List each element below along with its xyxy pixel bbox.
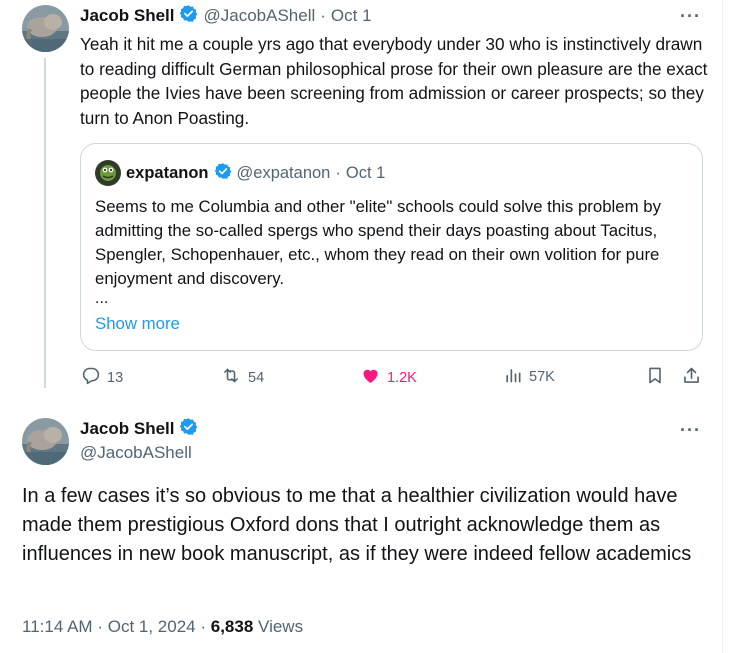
divider xyxy=(722,0,723,653)
avatar-image xyxy=(22,5,69,52)
tweet-text: In a few cases it’s so obvious to me tha… xyxy=(22,485,692,565)
more-icon[interactable]: ··· xyxy=(680,6,701,27)
reply-button[interactable]: 13 xyxy=(80,365,123,390)
quote-author-name[interactable]: expatanon xyxy=(126,164,209,183)
quote-author-handle[interactable]: @expatanon xyxy=(237,164,331,183)
quote-avatar[interactable] xyxy=(95,160,121,186)
views-label: Views xyxy=(258,617,304,636)
views-icon xyxy=(503,365,523,389)
show-more-link[interactable]: Show more xyxy=(95,314,180,334)
repost-icon xyxy=(220,365,242,390)
quote-date[interactable]: Oct 1 xyxy=(346,164,385,183)
separator-dot: · xyxy=(200,617,207,636)
quote-avatar-image xyxy=(95,160,121,186)
repost-button[interactable]: 54 xyxy=(220,365,264,390)
author-handle[interactable]: @JacobAShell xyxy=(203,6,315,26)
like-button[interactable]: 1.2K xyxy=(360,365,417,390)
quote-header: expatanon @expatanon · Oct 1 xyxy=(95,160,385,186)
quote-ellipsis: ... xyxy=(95,290,109,307)
views-count: 57K xyxy=(529,369,555,385)
tweet-header: Jacob Shell @JacobAShell · Oct 1 xyxy=(80,5,372,27)
bookmark-button[interactable] xyxy=(645,365,665,390)
tweet-time[interactable]: 11:14 AM xyxy=(22,617,93,636)
author-name[interactable]: Jacob Shell xyxy=(80,6,174,26)
tweet-meta: 11:14 AM · Oct 1, 2024 · 6,838 Views xyxy=(22,617,303,637)
separator-dot: · xyxy=(320,6,326,25)
share-button[interactable] xyxy=(681,365,702,390)
verified-badge-icon xyxy=(179,417,198,441)
separator-dot: · xyxy=(335,163,341,182)
heart-icon xyxy=(360,365,381,390)
views-count: 6,838 xyxy=(210,617,254,636)
reply-count: 13 xyxy=(107,369,124,386)
tweet-date[interactable]: Oct 1 xyxy=(331,6,372,26)
verified-badge-icon xyxy=(214,162,232,185)
avatar[interactable] xyxy=(22,5,69,52)
avatar[interactable] xyxy=(22,418,69,465)
verified-badge-icon xyxy=(179,4,198,28)
tweet-date[interactable]: Oct 1, 2024 xyxy=(108,617,196,636)
action-bar: 13 54 1.2K 57K xyxy=(0,365,722,391)
avatar-image xyxy=(22,418,69,465)
like-count: 1.2K xyxy=(387,369,417,386)
separator-dot: · xyxy=(97,617,103,636)
repost-count: 54 xyxy=(248,369,265,386)
quoted-tweet[interactable]: expatanon @expatanon · Oct 1 Seems to me… xyxy=(80,143,703,351)
thread-connector-line xyxy=(44,58,46,388)
tweet-thread: Jacob Shell @JacobAShell · Oct 1 ··· Yea… xyxy=(0,0,742,653)
quote-text: Seems to me Columbia and other "elite" s… xyxy=(95,197,661,288)
more-icon[interactable]: ··· xyxy=(680,420,701,441)
author-handle[interactable]: @JacobAShell xyxy=(80,443,198,463)
reply-icon xyxy=(80,365,101,390)
tweet-header: Jacob Shell @JacobAShell xyxy=(80,418,198,463)
tweet-text: Yeah it hit me a couple yrs ago that eve… xyxy=(80,34,708,128)
views-button[interactable]: 57K xyxy=(503,365,555,389)
author-name[interactable]: Jacob Shell xyxy=(80,419,174,439)
bookmark-icon xyxy=(645,365,665,390)
share-icon xyxy=(681,365,702,390)
